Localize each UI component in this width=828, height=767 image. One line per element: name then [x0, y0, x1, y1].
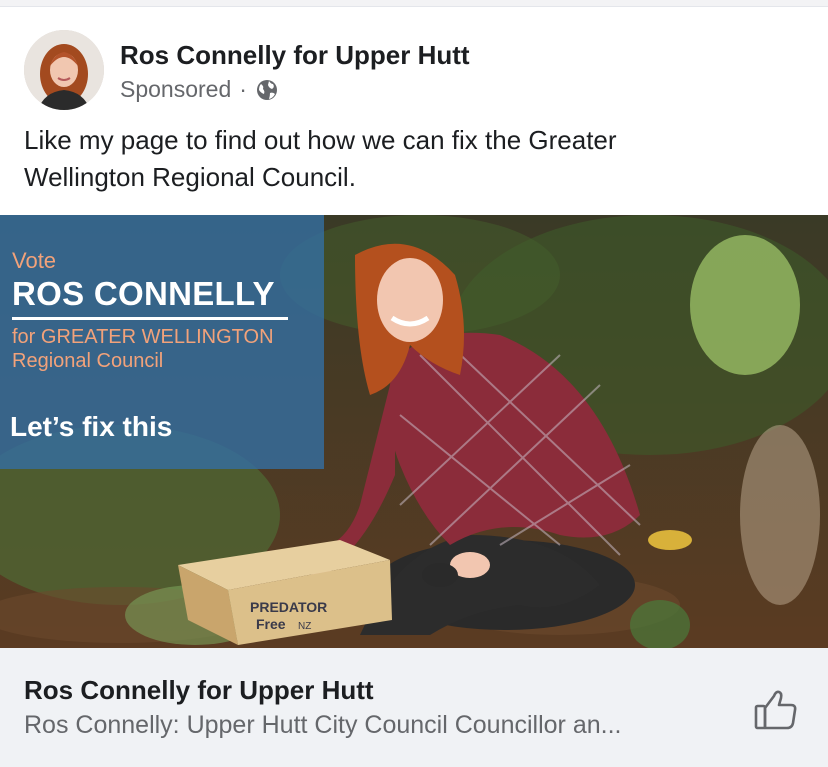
link-title[interactable]: Ros Connelly for Upper Hutt — [24, 675, 374, 706]
post-text-line: Like my page to find out how we can fix … — [24, 125, 617, 155]
sponsored-label[interactable]: Sponsored — [120, 76, 231, 103]
overlay-candidate-name: ROS CONNELLY — [12, 275, 275, 312]
post-text: Like my page to find out how we can fix … — [24, 122, 804, 196]
overlay-divider — [12, 317, 288, 320]
overlay-subtitle-line: for GREATER WELLINGTON — [12, 326, 274, 348]
box-label-free: Free — [256, 616, 286, 632]
box-label-predator: PREDATOR — [250, 599, 327, 615]
link-preview-card[interactable]: Ros Connelly for Upper Hutt Ros Connelly… — [0, 648, 828, 767]
avatar-image — [24, 30, 104, 110]
post-header: Ros Connelly for Upper Hutt Sponsored · — [0, 6, 828, 116]
meta-separator: · — [239, 76, 247, 102]
page-name-link[interactable]: Ros Connelly for Upper Hutt — [120, 40, 470, 71]
page-avatar[interactable] — [24, 30, 104, 110]
ad-text-overlay: Vote ROS CONNELLY for GREATER WELLINGTON… — [0, 215, 324, 469]
globe-icon — [256, 79, 277, 100]
overlay-slogan: Let’s fix this — [10, 411, 173, 442]
thumbs-up-icon[interactable] — [752, 686, 800, 734]
post-meta: Sponsored · — [120, 76, 279, 103]
link-description: Ros Connelly: Upper Hutt City Council Co… — [24, 711, 622, 739]
overlay-subtitle-line: Regional Council — [12, 350, 164, 372]
overlay-subtitle: for GREATER WELLINGTON Regional Council — [12, 325, 274, 373]
post-text-line: Wellington Regional Council. — [24, 162, 356, 192]
box-label-nz: NZ — [298, 621, 311, 632]
overlay-vote: Vote — [12, 248, 57, 273]
ad-image[interactable]: PREDATOR Free NZ Vote ROS CONNELLY for G… — [0, 215, 828, 648]
